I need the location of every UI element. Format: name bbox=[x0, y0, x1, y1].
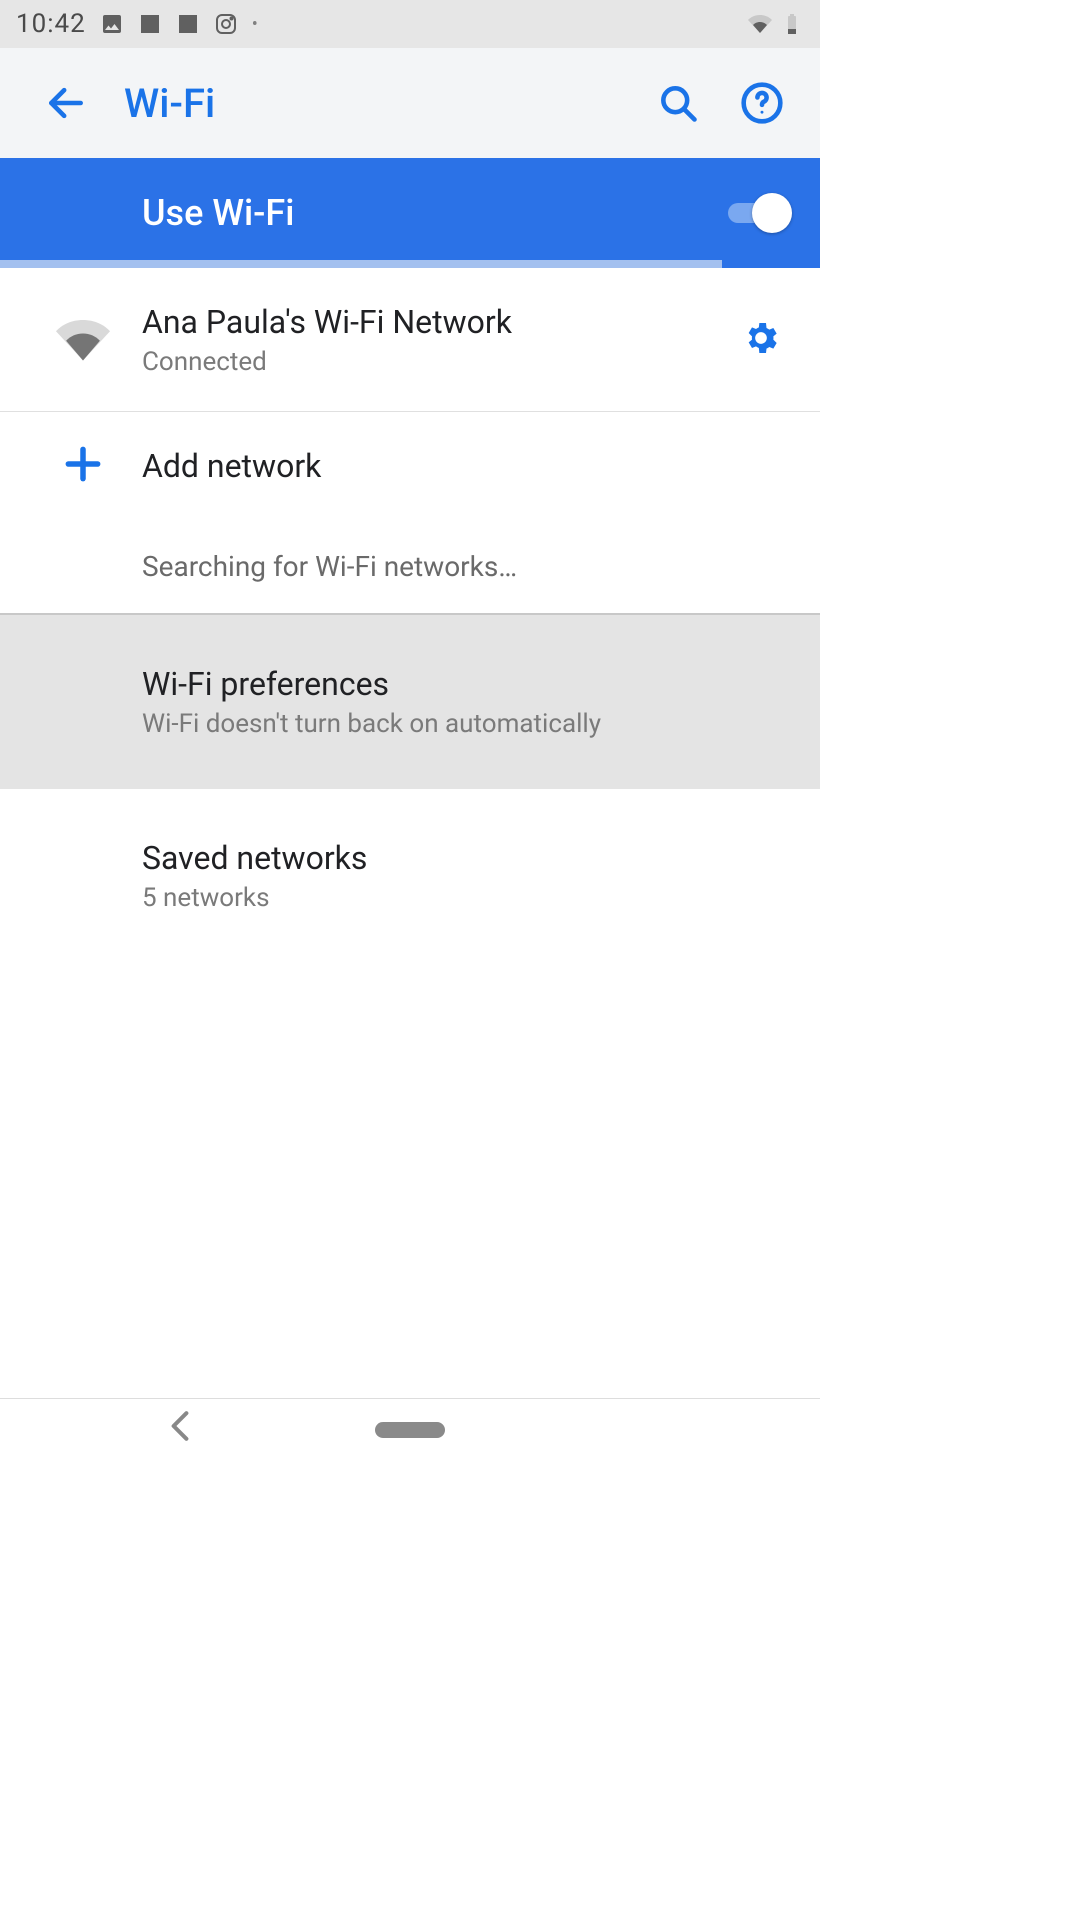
page-title: Wi-Fi bbox=[116, 80, 656, 127]
add-network-label: Add network bbox=[142, 447, 796, 485]
wifi-preferences-row[interactable]: Wi-Fi preferences Wi-Fi doesn't turn bac… bbox=[0, 615, 820, 789]
network-settings-button[interactable] bbox=[726, 318, 796, 362]
network-status: Connected bbox=[142, 347, 726, 377]
plus-icon bbox=[61, 442, 105, 490]
wifi-signal-icon bbox=[56, 311, 110, 369]
wifi-preferences-subtitle: Wi-Fi doesn't turn back on automatically bbox=[142, 709, 796, 739]
search-button[interactable] bbox=[656, 81, 700, 125]
searching-status: Searching for Wi-Fi networks… bbox=[0, 520, 820, 615]
nav-home-pill[interactable] bbox=[375, 1422, 445, 1438]
back-button[interactable] bbox=[16, 81, 116, 125]
connected-network-row[interactable]: Ana Paula's Wi-Fi Network Connected bbox=[0, 268, 820, 412]
saved-networks-row[interactable]: Saved networks 5 networks bbox=[0, 789, 820, 963]
photos-icon bbox=[100, 12, 124, 36]
instagram-icon bbox=[214, 12, 238, 36]
network-ssid: Ana Paula's Wi-Fi Network bbox=[142, 303, 726, 341]
saved-networks-subtitle: 5 networks bbox=[142, 883, 796, 913]
wifi-preferences-title: Wi-Fi preferences bbox=[142, 665, 796, 703]
nav-back-button[interactable] bbox=[170, 1410, 190, 1450]
app-bar: Wi-Fi bbox=[0, 48, 820, 158]
scan-progress-bar bbox=[0, 260, 722, 268]
battery-icon bbox=[780, 12, 804, 36]
add-network-row[interactable]: Add network bbox=[0, 412, 820, 520]
status-time: 10:42 bbox=[16, 9, 86, 39]
wifi-status-icon bbox=[748, 12, 772, 36]
gear-icon bbox=[741, 318, 781, 362]
system-nav-bar bbox=[0, 1398, 820, 1460]
saved-networks-title: Saved networks bbox=[142, 839, 796, 877]
back-arrow-icon bbox=[44, 81, 88, 125]
wifi-toggle-label: Use Wi-Fi bbox=[142, 192, 728, 234]
status-bar: 10:42 • bbox=[0, 0, 820, 48]
wifi-master-toggle-row[interactable]: Use Wi-Fi bbox=[0, 158, 820, 268]
wifi-switch[interactable] bbox=[728, 191, 792, 235]
help-button[interactable] bbox=[740, 81, 784, 125]
more-notifications-icon: • bbox=[252, 14, 258, 35]
facebook-icon bbox=[176, 12, 200, 36]
facebook-icon bbox=[138, 12, 162, 36]
